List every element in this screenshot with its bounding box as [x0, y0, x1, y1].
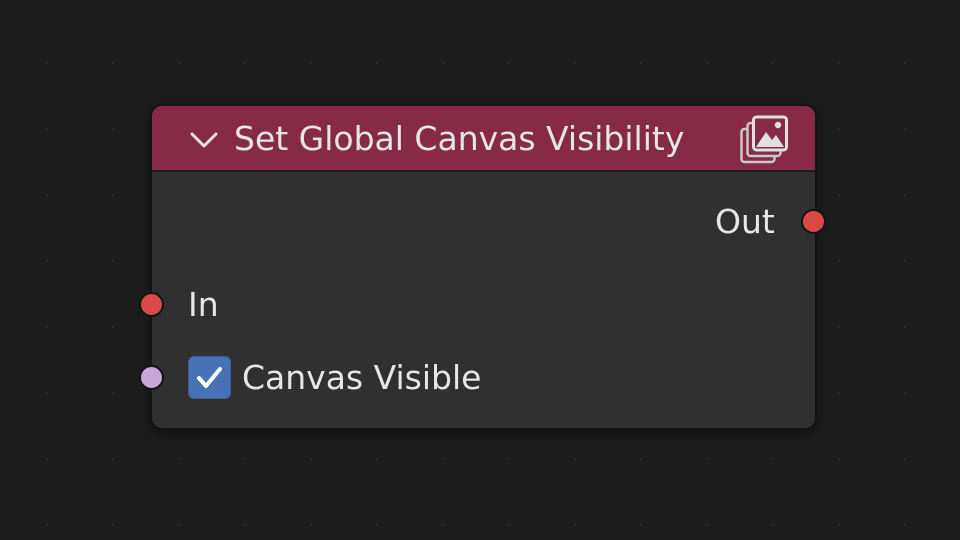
output-label-out: Out — [715, 202, 775, 241]
chevron-down-icon[interactable] — [184, 124, 224, 154]
checkmark-icon — [197, 367, 222, 388]
node-header[interactable]: Set Global Canvas Visibility — [152, 106, 815, 172]
image-stack-icon — [739, 115, 789, 165]
output-socket-out[interactable] — [801, 209, 826, 234]
canvas-visible-checkbox[interactable] — [188, 356, 231, 399]
input-socket-in[interactable] — [139, 292, 164, 317]
node-title: Set Global Canvas Visibility — [234, 119, 685, 158]
input-label-canvas-visible: Canvas Visible — [242, 358, 482, 397]
input-label-in: In — [188, 285, 219, 324]
input-socket-canvas-visible[interactable] — [139, 365, 164, 390]
